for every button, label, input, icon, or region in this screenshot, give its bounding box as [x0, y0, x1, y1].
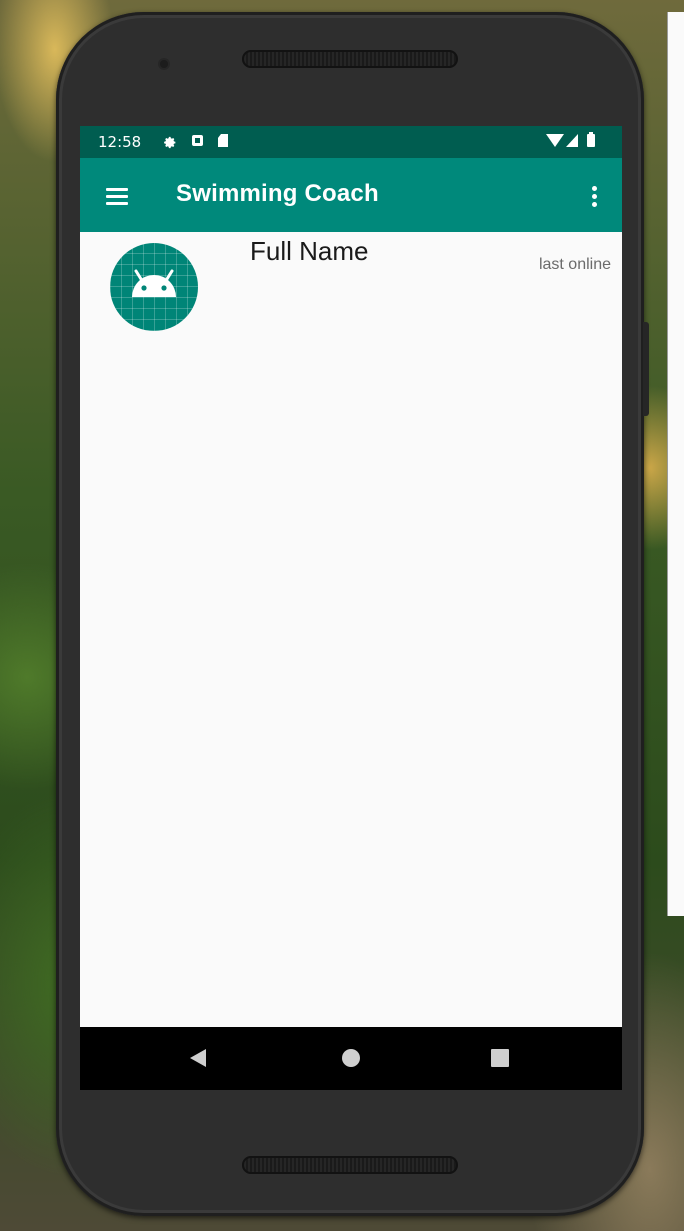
wifi-icon: [546, 134, 564, 147]
app-notification-icon: [192, 135, 203, 146]
hamburger-menu-icon[interactable]: [98, 178, 134, 214]
android-icon: [132, 269, 176, 297]
cell-signal-icon: [566, 134, 578, 147]
contact-name: Full Name: [250, 236, 369, 266]
top-speaker-grille: [242, 50, 458, 68]
adjacent-window-panel: [667, 12, 684, 916]
device-screen: 12:58 Swimming Coach Full Name last onli…: [80, 126, 622, 1090]
front-camera: [160, 60, 168, 68]
system-nav-bar: [80, 1027, 622, 1090]
battery-icon: [587, 132, 595, 147]
sd-card-icon: [218, 134, 228, 147]
contact-list-item[interactable]: Full Name last online: [80, 232, 622, 332]
home-icon[interactable]: [342, 1049, 360, 1067]
toolbar-title: Swimming Coach: [176, 180, 379, 207]
more-vert-icon[interactable]: [580, 178, 608, 214]
status-bar: 12:58: [80, 126, 622, 158]
back-icon[interactable]: [190, 1049, 206, 1067]
power-button[interactable]: [643, 322, 649, 416]
recents-icon[interactable]: [491, 1049, 509, 1067]
status-time: 12:58: [98, 133, 142, 151]
bottom-speaker-grille: [242, 1156, 458, 1174]
settings-icon: [164, 134, 177, 149]
app-toolbar: Swimming Coach: [80, 158, 622, 232]
contact-avatar[interactable]: [110, 243, 198, 331]
contact-status: last online: [538, 256, 611, 273]
